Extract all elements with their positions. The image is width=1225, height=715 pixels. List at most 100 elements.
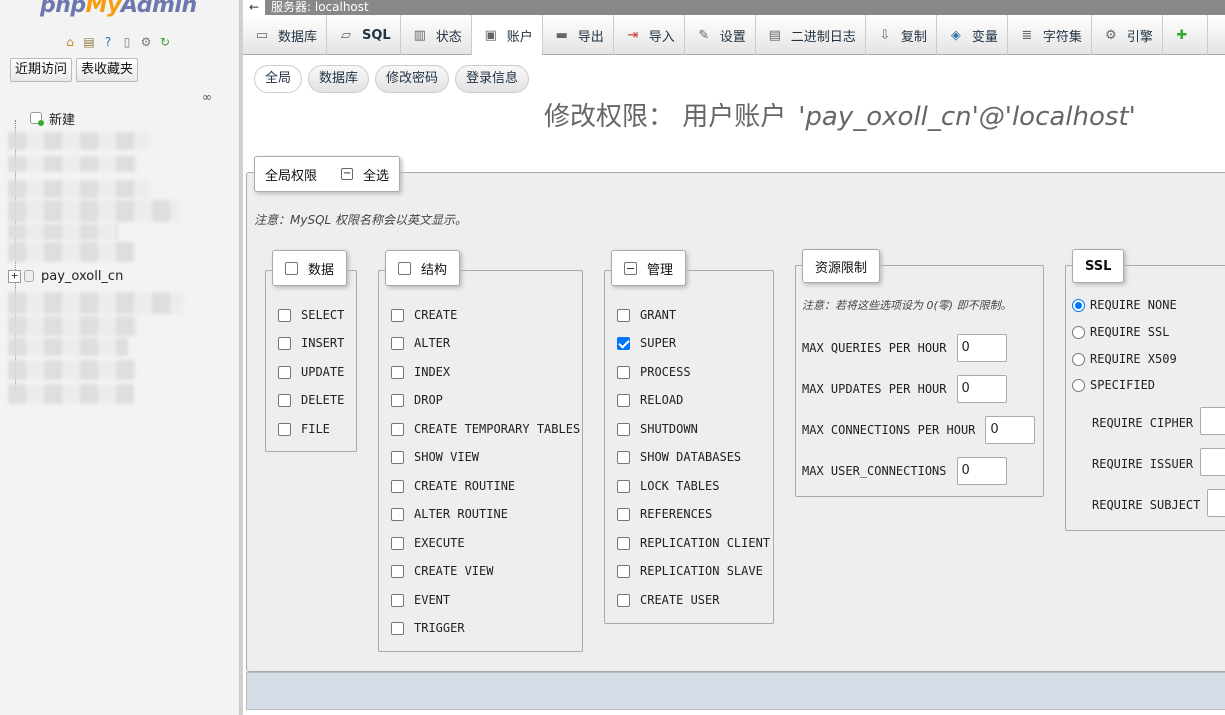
priv-checkbox[interactable] <box>391 365 404 379</box>
link-icon[interactable]: ∞ <box>202 90 212 104</box>
priv-checkbox[interactable] <box>391 479 404 493</box>
require-subject-input[interactable] <box>1207 489 1225 517</box>
subtab-change-password[interactable]: 修改密码 <box>375 65 450 93</box>
priv-create[interactable]: CREATE <box>391 306 457 324</box>
priv-checkbox[interactable] <box>617 564 630 578</box>
priv-create-user[interactable]: CREATE USER <box>617 591 719 609</box>
require-issuer-input[interactable] <box>1200 448 1225 476</box>
priv-lock-tables[interactable]: LOCK TABLES <box>617 477 719 495</box>
priv-file[interactable]: FILE <box>278 420 330 438</box>
max-user-connections-input[interactable]: 0 <box>956 457 1007 485</box>
priv-update[interactable]: UPDATE <box>278 363 344 381</box>
docs-icon[interactable]: ▯ <box>119 34 135 50</box>
priv-checkbox[interactable] <box>617 422 630 436</box>
priv-checkbox[interactable] <box>617 507 630 521</box>
subtab-database[interactable]: 数据库 <box>308 65 370 93</box>
server-label[interactable]: 服务器: localhost <box>271 0 369 14</box>
priv-checkbox[interactable] <box>617 365 630 379</box>
radio[interactable] <box>1072 378 1085 392</box>
tab-sql[interactable]: ▱ SQL <box>327 15 401 55</box>
help-icon[interactable]: ? <box>100 34 116 50</box>
expand-icon[interactable]: + <box>8 269 21 283</box>
priv-checkbox[interactable] <box>617 593 630 607</box>
home-icon[interactable]: ⌂ <box>62 34 78 50</box>
max-connections-input[interactable]: 0 <box>985 416 1036 444</box>
priv-event[interactable]: EVENT <box>391 591 450 609</box>
priv-alter[interactable]: ALTER <box>391 334 450 352</box>
priv-trigger[interactable]: TRIGGER <box>391 619 465 637</box>
priv-index[interactable]: INDEX <box>391 363 450 381</box>
priv-checkbox[interactable] <box>617 450 630 464</box>
priv-show-databases[interactable]: SHOW DATABASES <box>617 448 741 466</box>
tab-binlog[interactable]: ▤ 二进制日志 <box>756 15 866 55</box>
select-all-label[interactable]: 全选 <box>363 165 389 184</box>
max-queries-input[interactable]: 0 <box>956 334 1007 362</box>
priv-super[interactable]: SUPER <box>617 334 676 352</box>
priv-checkbox[interactable] <box>391 564 404 578</box>
max-updates-input[interactable]: 0 <box>956 375 1007 403</box>
tab-charset[interactable]: ≣ 字符集 <box>1008 15 1092 55</box>
tree-new-row[interactable]: 新建 <box>8 108 75 128</box>
settings-icon[interactable]: ⚙ <box>138 34 154 50</box>
priv-checkbox[interactable] <box>278 365 291 379</box>
subtab-global[interactable]: 全局 <box>254 65 303 93</box>
data-select-all-checkbox[interactable] <box>285 261 298 275</box>
phpmyadmin-logo[interactable]: phpMyAdmin <box>40 0 197 18</box>
priv-checkbox[interactable] <box>617 308 630 322</box>
tab-settings[interactable]: ✎ 设置 <box>685 15 756 55</box>
subtab-login-info[interactable]: 登录信息 <box>455 65 530 93</box>
priv-checkbox[interactable] <box>278 308 291 322</box>
priv-checkbox[interactable] <box>617 479 630 493</box>
priv-checkbox[interactable] <box>391 393 404 407</box>
tab-variables[interactable]: ◈ 变量 <box>937 15 1008 55</box>
priv-checkbox[interactable] <box>617 536 630 550</box>
collapse-arrow-icon[interactable]: ← <box>243 0 265 15</box>
priv-create-temporary-tables[interactable]: CREATE TEMPORARY TABLES <box>391 420 580 438</box>
priv-checkbox[interactable] <box>391 536 404 550</box>
tab-status[interactable]: ▥ 状态 <box>401 15 472 55</box>
tab-export[interactable]: ▬ 导出 <box>543 15 614 55</box>
reload-icon[interactable]: ↻ <box>157 34 173 50</box>
priv-reload[interactable]: RELOAD <box>617 391 683 409</box>
priv-process[interactable]: PROCESS <box>617 363 691 381</box>
priv-checkbox[interactable] <box>391 593 404 607</box>
structure-select-all-checkbox[interactable] <box>398 261 411 275</box>
select-all-checkbox[interactable]: − <box>341 168 354 180</box>
tab-engines[interactable]: ⚙ 引擎 <box>1092 15 1163 55</box>
favorites-button[interactable]: 表收藏夹 <box>76 58 139 82</box>
tab-replication[interactable]: ⇩ 复制 <box>866 15 937 55</box>
priv-checkbox[interactable] <box>391 308 404 322</box>
new-database-label[interactable]: 新建 <box>49 109 75 128</box>
priv-checkbox[interactable] <box>278 422 291 436</box>
priv-grant[interactable]: GRANT <box>617 306 676 324</box>
ssl-require-x509[interactable]: REQUIRE X509 <box>1072 350 1177 368</box>
radio-selected[interactable] <box>1072 298 1085 312</box>
priv-checkbox[interactable] <box>391 507 404 521</box>
priv-checkbox[interactable] <box>617 393 630 407</box>
priv-references[interactable]: REFERENCES <box>617 505 712 523</box>
priv-checkbox-checked[interactable] <box>617 336 630 350</box>
tab-accounts[interactable]: ▣ 账户 <box>471 15 543 55</box>
tab-databases[interactable]: ▭ 数据库 <box>243 15 328 55</box>
radio[interactable] <box>1072 325 1085 339</box>
priv-create-view[interactable]: CREATE VIEW <box>391 562 493 580</box>
priv-replication-client[interactable]: REPLICATION CLIENT <box>617 534 770 552</box>
priv-checkbox[interactable] <box>391 336 404 350</box>
priv-show-view[interactable]: SHOW VIEW <box>391 448 479 466</box>
priv-insert[interactable]: INSERT <box>278 334 344 352</box>
require-cipher-input[interactable] <box>1200 407 1225 435</box>
admin-select-all-checkbox[interactable] <box>624 261 637 275</box>
priv-checkbox[interactable] <box>391 621 404 635</box>
nav-resizer[interactable] <box>240 0 243 715</box>
ssl-require-ssl[interactable]: REQUIRE SSL <box>1072 323 1169 341</box>
priv-checkbox[interactable] <box>391 450 404 464</box>
radio[interactable] <box>1072 352 1085 366</box>
priv-checkbox[interactable] <box>278 393 291 407</box>
priv-delete[interactable]: DELETE <box>278 391 344 409</box>
ssl-require-none[interactable]: REQUIRE NONE <box>1072 296 1177 314</box>
priv-create-routine[interactable]: CREATE ROUTINE <box>391 477 515 495</box>
priv-drop[interactable]: DROP <box>391 391 443 409</box>
priv-execute[interactable]: EXECUTE <box>391 534 465 552</box>
ssl-specified[interactable]: SPECIFIED <box>1072 376 1155 394</box>
priv-replication-slave[interactable]: REPLICATION SLAVE <box>617 562 763 580</box>
